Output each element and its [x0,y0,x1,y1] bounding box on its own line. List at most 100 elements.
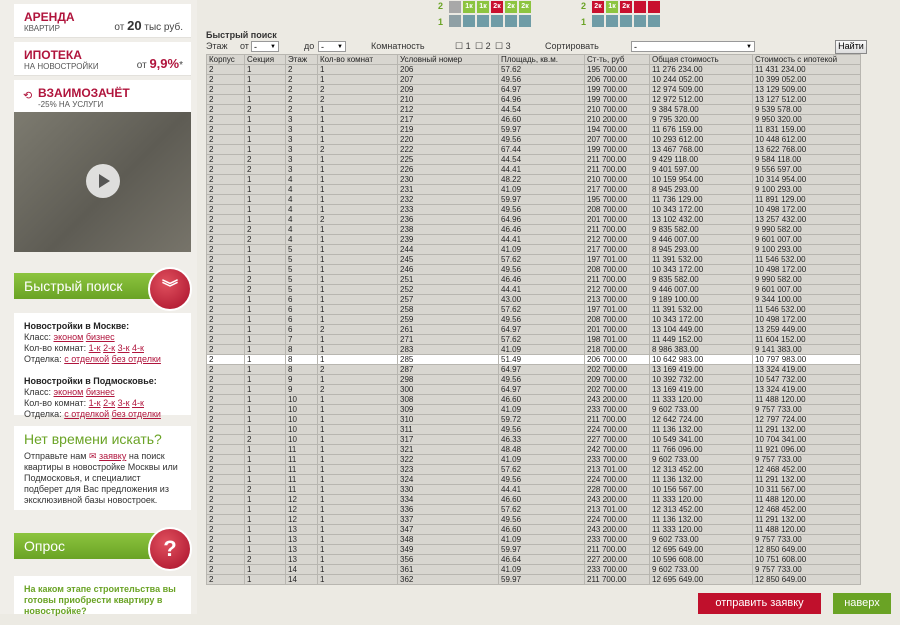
table-row[interactable]: 2 1 12 1 337 49.56 224 700.00 11 136 132.00 11 2… [206,514,861,525]
apartment-cell[interactable] [449,15,461,27]
poll-banner[interactable]: Опрос ? [14,527,192,571]
link-economy[interactable]: эконом [54,387,84,397]
table-row[interactable]: 2 2 5 1 251 46.46 211 700.00 9 835 582.00 9 990 … [206,274,861,285]
apartment-cell[interactable]: 2к [519,1,531,13]
promo-rent[interactable]: АРЕНДА КВАРТИР от 20 тыс руб. [14,4,191,38]
link-4k[interactable]: 4-к [132,398,144,408]
table-row[interactable]: 2 1 3 2 222 67.44 199 700.00 13 467 768.00 13 62… [206,144,861,155]
table-row[interactable]: 2 1 5 1 245 57.62 197 701.00 11 391 532.00 11 54… [206,254,861,265]
table-row[interactable]: 2 1 2 2 209 64.97 199 700.00 12 974 509.00 13 12… [206,84,861,95]
table-row[interactable]: 2 1 3 1 217 46.60 210 200.00 9 795 320.00 9 950 … [206,114,861,125]
table-row[interactable]: 2 1 12 1 336 57.62 213 701.00 12 313 452.00 12 4… [206,504,861,515]
floor-from-select[interactable]: - [251,41,279,53]
rooms-checkbox-1[interactable]: ☐ 1 [455,41,471,52]
table-row[interactable]: 2 1 11 1 322 41.09 233 700.00 9 602 733.00 9 757… [206,454,861,465]
checkbox-icon[interactable]: ☐ [475,41,483,51]
sort-select[interactable]: - [631,41,755,53]
table-row[interactable]: 2 1 6 2 261 64.97 201 700.00 13 104 449.00 13 25… [206,324,861,335]
apartment-cell[interactable] [505,15,517,27]
link-finished[interactable]: с отделкой [64,354,109,364]
link-business[interactable]: бизнес [86,332,115,342]
table-row[interactable]: 2 1 10 1 311 49.56 224 700.00 11 136 132.00 11 2… [206,424,861,435]
apartment-cell[interactable]: 1к [477,1,489,13]
table-row[interactable]: 2 1 13 1 349 59.97 211 700.00 12 695 649.00 12 8… [206,544,861,555]
scroll-top-button[interactable]: наверх [833,593,891,614]
apartment-cell[interactable] [477,15,489,27]
apartment-cell[interactable]: 2к [620,1,632,13]
table-row[interactable]: 2 2 4 1 239 44.41 212 700.00 9 446 007.00 9 601 … [206,234,861,245]
apartment-cell[interactable] [491,15,503,27]
apartment-cell[interactable] [449,1,461,13]
table-row[interactable]: 2 1 2 2 210 64.96 199 700.00 12 972 512.00 13 12… [206,94,861,105]
table-row[interactable]: 2 1 10 1 309 41.09 233 700.00 9 602 733.00 9 757… [206,404,861,415]
apartment-cell[interactable]: 1к [606,1,618,13]
table-row[interactable]: 2 1 6 1 257 43.00 213 700.00 9 189 100.00 9 344 … [206,294,861,305]
apartment-cell[interactable] [606,15,618,27]
table-row[interactable]: 2 1 13 1 348 41.09 233 700.00 9 602 733.00 9 757… [206,534,861,545]
table-row[interactable]: 2 1 14 1 362 59.97 211 700.00 12 695 649.00 12 8… [206,574,861,585]
table-row[interactable]: 2 1 6 1 258 57.62 197 701.00 11 391 532.00 11 54… [206,304,861,315]
table-row[interactable]: 2 1 3 1 219 59.97 194 700.00 11 676 159.00 11 83… [206,124,861,135]
link-business[interactable]: бизнес [86,387,115,397]
apartment-cell[interactable] [620,15,632,27]
apartment-cell[interactable] [519,15,531,27]
table-row[interactable]: 2 1 2 1 207 49.56 206 700.00 10 244 052.00 10 39… [206,74,861,85]
link-3k[interactable]: 3-к [118,343,130,353]
table-row[interactable]: 2 1 11 1 323 57.62 213 701.00 12 313 452.00 12 4… [206,464,861,475]
apartment-cell[interactable]: 1к [463,1,475,13]
table-row[interactable]: 2 1 5 1 246 49.56 208 700.00 10 343 172.00 10 49… [206,264,861,275]
apartment-cell[interactable]: 2к [491,1,503,13]
chevron-down-icon[interactable]: ︾ [148,267,192,311]
table-row[interactable]: 2 1 9 1 298 49.56 209 700.00 10 392 732.00 10 54… [206,374,861,385]
link-unfinished[interactable]: без отделки [112,354,161,364]
rooms-checkbox-2[interactable]: ☐ 2 [475,41,491,52]
link-3k[interactable]: 3-к [118,398,130,408]
table-row[interactable]: 2 2 2 1 212 44.54 210 700.00 9 384 578.00 9 539 … [206,104,861,115]
link-economy[interactable]: эконом [54,332,84,342]
table-row[interactable]: 2 1 5 1 244 41.09 217 700.00 8 945 293.00 9 100 … [206,244,861,255]
table-row[interactable]: 2 1 12 1 334 46.60 243 200.00 11 333 120.00 11 4… [206,494,861,505]
table-row[interactable]: 2 2 10 1 317 46.33 227 700.00 10 549 341.00 10 7… [206,434,861,445]
apartment-cell[interactable] [648,1,660,13]
table-row[interactable]: 2 1 8 1 283 41.09 218 700.00 8 986 383.00 9 141 … [206,344,861,355]
table-row[interactable]: 2 1 14 1 361 41.09 233 700.00 9 602 733.00 9 757… [206,564,861,575]
table-row[interactable]: 2 2 11 1 330 44.41 228 700.00 10 156 567.00 10 3… [206,484,861,495]
table-row[interactable]: 2 1 6 1 259 49.56 208 700.00 10 343 172.00 10 49… [206,314,861,325]
play-icon[interactable] [86,164,120,198]
table-row[interactable]: 2 1 4 1 232 59.97 195 700.00 11 736 129.00 11 89… [206,194,861,205]
send-request-button[interactable]: отправить заявку [698,593,821,614]
link-2k[interactable]: 2-к [103,398,115,408]
table-row[interactable]: 2 1 4 1 231 41.09 217 700.00 8 945 293.00 9 100 … [206,184,861,195]
table-row[interactable]: 2 1 3 1 220 49.56 207 700.00 10 293 612.00 10 44… [206,134,861,145]
table-row[interactable]: 2 2 5 1 252 44.41 212 700.00 9 446 007.00 9 601 … [206,284,861,295]
table-row[interactable]: 2 2 3 1 226 44.41 211 700.00 9 401 597.00 9 556 … [206,164,861,175]
find-button[interactable]: Найти [835,40,867,54]
apartment-cell[interactable]: 2к [592,1,604,13]
rooms-checkbox-3[interactable]: ☐ 3 [495,41,511,52]
apartment-cell[interactable] [463,15,475,27]
apartment-cell[interactable]: 2к [505,1,517,13]
link-unfinished[interactable]: без отделки [112,409,161,419]
table-row[interactable]: 2 1 4 2 236 64.96 201 700.00 13 102 432.00 13 25… [206,214,861,225]
promo-mortgage[interactable]: ИПОТЕКА НА НОВОСТРОЙКИ от 9,9%* [14,42,191,76]
table-row[interactable]: 2 2 13 1 356 46.64 227 200.00 10 596 608.00 10 7… [206,554,861,565]
table-row[interactable]: 2 2 4 1 238 46.46 211 700.00 9 835 582.00 9 990 … [206,224,861,235]
table-row[interactable]: 2 1 13 1 347 46.60 243 200.00 11 333 120.00 11 4… [206,524,861,535]
video-player[interactable] [14,112,191,252]
apartment-cell[interactable] [634,1,646,13]
table-row[interactable]: 2 1 4 1 233 49.56 208 700.00 10 343 172.00 10 49… [206,204,861,215]
apartment-cell[interactable] [634,15,646,27]
link-2k[interactable]: 2-к [103,343,115,353]
table-row[interactable]: 2 1 11 1 321 48.48 242 700.00 11 766 096.00 11 9… [206,444,861,455]
table-row[interactable]: 2 1 4 1 230 48.22 210 700.00 10 159 954.00 10 31… [206,174,861,185]
apartment-cell[interactable] [648,15,660,27]
table-row[interactable]: 2 1 2 1 206 57.62 195 700.00 11 276 234.00 11 43… [206,64,861,75]
table-row[interactable]: 2 1 8 1 285 51.49 206 700.00 10 642 983.00 10 79… [206,354,861,365]
table-row[interactable]: 2 1 9 2 300 64.97 202 700.00 13 169 419.00 13 32… [206,384,861,395]
quick-search-banner[interactable]: Быстрый поиск ︾ [14,267,192,311]
checkbox-icon[interactable]: ☐ [455,41,463,51]
request-link[interactable]: заявку [99,451,126,461]
link-finished[interactable]: с отделкой [64,409,109,419]
link-1k[interactable]: 1-к [89,343,101,353]
table-row[interactable]: 2 1 11 1 324 49.56 224 700.00 11 136 132.00 11 2… [206,474,861,485]
